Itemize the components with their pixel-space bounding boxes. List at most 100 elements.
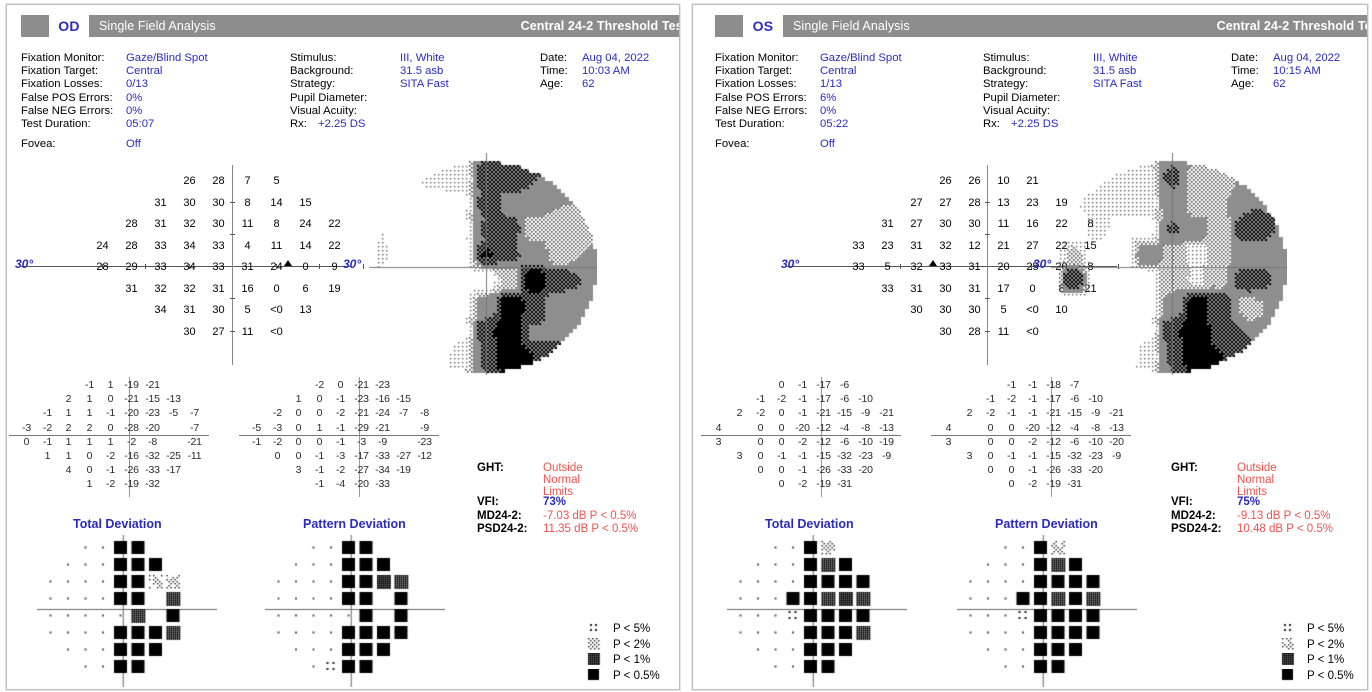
deviation-cell: -4 <box>330 478 351 490</box>
label-false-neg: False NEG Errors: <box>715 105 820 118</box>
threshold-cell: 34 <box>175 240 204 252</box>
psd-row-od: PSD24-2: 11.35 dB P < 0.5% <box>477 523 638 535</box>
deviation-cell: -1 <box>792 450 813 462</box>
deviation-cell: 1 <box>58 407 79 419</box>
value-false-pos: 6% <box>820 92 836 104</box>
deviation-cell: -2 <box>1001 393 1022 405</box>
deviation-cell: -7 <box>184 422 205 434</box>
label-rx: Rx: <box>290 118 318 131</box>
threshold-cell: 32 <box>902 261 931 273</box>
value-fovea: Off <box>126 138 141 150</box>
deviation-cell: -3 <box>330 450 351 462</box>
deviation-cell: -4 <box>1064 422 1085 434</box>
threshold-cell: 27 <box>902 197 931 209</box>
deviation-cell: -1 <box>980 393 1001 405</box>
deviation-cell: -1 <box>1001 379 1022 391</box>
deviation-cell: -15 <box>142 393 163 405</box>
threshold-cell: 32 <box>175 283 204 295</box>
deviation-cell: -5 <box>163 407 184 419</box>
deviation-cell: -32 <box>142 478 163 490</box>
deviation-cell: 0 <box>288 422 309 434</box>
threshold-cell: 31 <box>873 218 902 230</box>
eye-color-swatch <box>715 15 743 37</box>
total-deviation-values-os: 0 -1 -17 -6 -1 -2 -1 -17 -6 -10 2 -2 0 -1 -21 -15 -9 -21 4… <box>701 377 901 497</box>
deviation-cell: 1 <box>58 450 79 462</box>
ght-value-os: Outside Normal Limits <box>1237 462 1277 498</box>
threshold-cell: 31 <box>204 283 233 295</box>
deviation-cell: -23 <box>855 450 876 462</box>
deviation-cell: 4 <box>938 422 959 434</box>
test-name-od: Central 24-2 Threshold Test <box>521 19 680 33</box>
threshold-cell: 24 <box>262 261 291 273</box>
label-test-duration: Test Duration: <box>715 118 820 131</box>
threshold-cell: 30 <box>960 218 989 230</box>
deviation-cell: 0 <box>771 478 792 490</box>
deviation-cell: -19 <box>1043 478 1064 490</box>
deviation-cell: -8 <box>414 407 435 419</box>
deviation-cell: 0 <box>771 436 792 448</box>
threshold-cell: <0 <box>1018 304 1047 316</box>
threshold-cell: 26 <box>175 175 204 187</box>
deviation-cell: -21 <box>184 436 205 448</box>
deviation-cell: -6 <box>834 436 855 448</box>
eye-label-os: OS <box>743 15 783 37</box>
deviation-cell: -15 <box>393 393 414 405</box>
deviation-cell: 1 <box>79 478 100 490</box>
vfi-label-od: VFI: <box>477 496 543 508</box>
deviation-cell: 0 <box>16 436 37 448</box>
deviation-cell: -16 <box>372 393 393 405</box>
deviation-cell: 0 <box>1001 478 1022 490</box>
deviation-cell: -1 <box>246 436 267 448</box>
deviation-cell: -2 <box>267 436 288 448</box>
threshold-cell: 30 <box>175 326 204 338</box>
deviation-cell: -2 <box>792 436 813 448</box>
threshold-cell: 33 <box>146 240 175 252</box>
deviation-cell: -8 <box>855 422 876 434</box>
deviation-cell: 1 <box>79 436 100 448</box>
threshold-cell: 0 <box>1018 283 1047 295</box>
total-deviation-plot-od <box>37 535 217 687</box>
deviation-cell: 0 <box>100 422 121 434</box>
deviation-cell: -21 <box>372 422 393 434</box>
threshold-cell: 31 <box>960 283 989 295</box>
deviation-cell: 0 <box>1001 436 1022 448</box>
label-fovea: Fovea: <box>715 138 820 151</box>
deviation-cell: -4 <box>834 422 855 434</box>
value-stimulus: III, White <box>400 52 445 64</box>
deviation-cell: 1 <box>288 393 309 405</box>
threshold-cell: 5 <box>873 261 902 273</box>
deviation-cell: -31 <box>1064 478 1085 490</box>
vfi-label-os: VFI: <box>1171 496 1237 508</box>
threshold-cell: 22 <box>320 218 349 230</box>
deviation-cell: -9 <box>1085 407 1106 419</box>
threshold-cell: 0 <box>262 283 291 295</box>
deviation-cell: 0 <box>330 379 351 391</box>
threshold-cell: 28 <box>88 261 117 273</box>
deviation-cell: -32 <box>834 450 855 462</box>
deviation-cell: -33 <box>372 478 393 490</box>
deviation-cell: -2 <box>309 379 330 391</box>
label-date: Date: <box>540 52 582 65</box>
deviation-cell: 0 <box>288 450 309 462</box>
vfi-row-od: VFI: 73% <box>477 496 566 508</box>
solid-p05-icon <box>587 669 604 681</box>
threshold-cell: 30 <box>204 218 233 230</box>
threshold-cell: 5 <box>262 175 291 187</box>
deviation-cell: -33 <box>834 464 855 476</box>
deviation-cell: -8 <box>142 436 163 448</box>
md-value-os: -9.13 dB P < 0.5% <box>1237 510 1330 522</box>
deviation-cell: -19 <box>876 436 897 448</box>
deviation-cell: -2 <box>980 407 1001 419</box>
threshold-cell: 23 <box>1018 197 1047 209</box>
value-test-duration: 05:07 <box>126 118 154 130</box>
deviation-cell: -15 <box>813 450 834 462</box>
deviation-cell: -27 <box>351 464 372 476</box>
threshold-cell: 0 <box>291 261 320 273</box>
legend-item: P < 2% <box>1281 638 1354 654</box>
deviation-cell: 3 <box>708 436 729 448</box>
label-fixation-losses: Fixation Losses: <box>21 78 126 91</box>
threshold-cell: 11 <box>233 326 262 338</box>
psd-row-os: PSD24-2: 10.48 dB P < 0.5% <box>1171 523 1333 535</box>
deviation-cell: -1 <box>1022 379 1043 391</box>
value-fixation-losses: 1/13 <box>820 78 842 90</box>
